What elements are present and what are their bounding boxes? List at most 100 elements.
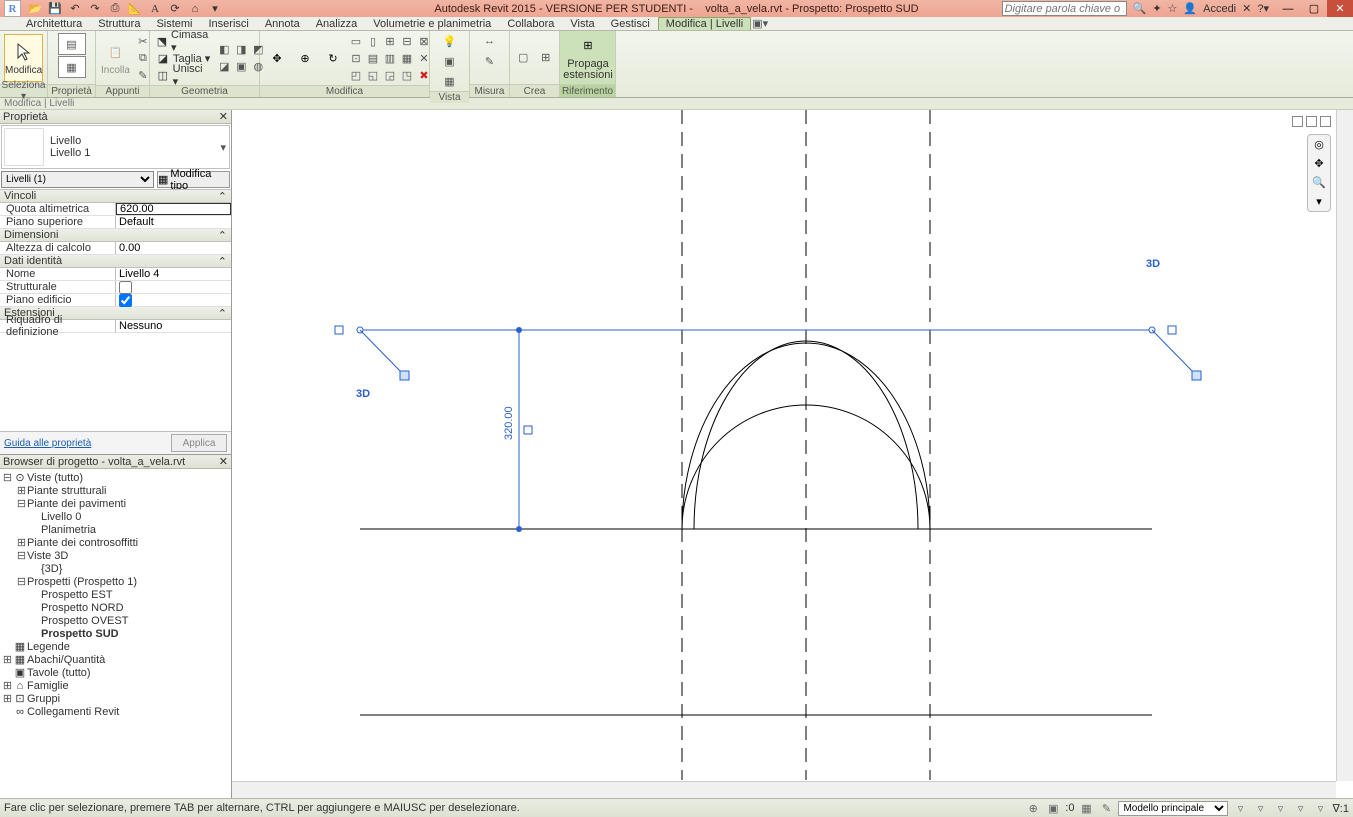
project-browser[interactable]: ⊟⊙Viste (tutto)⊞Piante strutturali⊟Piant… bbox=[0, 469, 231, 798]
expand-icon[interactable]: ⊞ bbox=[2, 653, 13, 666]
mod-tool-icon[interactable]: ◰ bbox=[348, 67, 364, 83]
tree-node[interactable]: Prospetto OVEST bbox=[0, 614, 231, 627]
save-icon[interactable]: 💾 bbox=[47, 1, 63, 17]
expand-icon[interactable]: ⊞ bbox=[16, 536, 27, 549]
signin-link[interactable]: Accedi bbox=[1203, 3, 1236, 15]
tree-node[interactable]: ⊞⌂Famiglie bbox=[0, 679, 231, 692]
close-icon[interactable]: ✕ bbox=[219, 455, 228, 468]
tree-node[interactable]: Prospetto NORD bbox=[0, 601, 231, 614]
vertical-scrollbar[interactable] bbox=[1336, 110, 1353, 781]
mod-tool-icon[interactable]: ◱ bbox=[365, 67, 381, 83]
tree-node[interactable]: Prospetto EST bbox=[0, 588, 231, 601]
geo-tool-icon[interactable]: ◪ bbox=[216, 59, 232, 75]
worksets-icon[interactable]: ▦ bbox=[1078, 800, 1094, 816]
status-icon[interactable]: ▣ bbox=[1045, 800, 1061, 816]
paste-button[interactable]: 📋 Incolla bbox=[100, 34, 131, 82]
minimize-button[interactable]: — bbox=[1275, 0, 1301, 17]
copy-button[interactable]: ⧉ bbox=[135, 50, 151, 66]
instance-filter-select[interactable]: Livelli (1) bbox=[1, 171, 154, 188]
search-icon[interactable]: 🔍 bbox=[1133, 2, 1147, 15]
edit-type-button[interactable]: ▦Modifica tipo bbox=[157, 171, 230, 188]
editable-icon[interactable]: ✎ bbox=[1098, 800, 1114, 816]
exchange-icon[interactable]: ✕ bbox=[1242, 2, 1251, 15]
maximize-button[interactable]: ▢ bbox=[1301, 0, 1327, 17]
navigation-bar[interactable]: ◎ ✥ 🔍 ▾ bbox=[1307, 134, 1331, 212]
nav-more-icon[interactable]: ▾ bbox=[1316, 195, 1322, 208]
properties-button[interactable]: ▤ bbox=[58, 33, 86, 55]
mod-tool-icon[interactable]: ◲ bbox=[382, 67, 398, 83]
tree-node[interactable]: ▣Tavole (tutto) bbox=[0, 666, 231, 679]
unisci-button[interactable]: ◫Unisci ▾ bbox=[154, 67, 212, 83]
collapse-icon[interactable]: ⌃ bbox=[218, 229, 227, 242]
tree-node[interactable]: ⊞▦Abachi/Quantità bbox=[0, 653, 231, 666]
tab-vista[interactable]: Vista bbox=[562, 17, 602, 30]
tree-node[interactable]: Livello 0 bbox=[0, 510, 231, 523]
tree-node[interactable]: {3D} bbox=[0, 562, 231, 575]
tree-node[interactable]: ⊟Piante dei pavimenti bbox=[0, 497, 231, 510]
expand-icon[interactable]: ⊟ bbox=[16, 549, 27, 562]
text-icon[interactable]: A bbox=[147, 1, 163, 17]
tree-node[interactable]: ▦Legende bbox=[0, 640, 231, 653]
crea-tool-icon[interactable]: ⊞ bbox=[537, 48, 556, 68]
filter-icon[interactable]: ▿ bbox=[1312, 800, 1328, 816]
geo-tool-icon[interactable]: ◧ bbox=[216, 42, 232, 58]
type-properties-button[interactable]: ▦ bbox=[58, 56, 86, 78]
mod-tool-icon[interactable]: ▤ bbox=[365, 50, 381, 66]
close-icon[interactable]: ✕ bbox=[219, 110, 228, 123]
tab-struttura[interactable]: Struttura bbox=[90, 17, 148, 30]
filter-icon[interactable]: ▿ bbox=[1272, 800, 1288, 816]
prop-value-input[interactable]: 620.00 bbox=[116, 203, 231, 215]
home-icon[interactable]: ⌂ bbox=[187, 1, 203, 17]
prop-group-dimensioni[interactable]: Dimensioni⌃ bbox=[0, 229, 231, 242]
tab-analizza[interactable]: Analizza bbox=[308, 17, 366, 30]
modify-button[interactable]: Modifica bbox=[4, 34, 43, 82]
tree-node[interactable]: Planimetria bbox=[0, 523, 231, 536]
view-tool-icon[interactable]: ▦ bbox=[442, 73, 458, 89]
tab-collabora[interactable]: Collabora bbox=[499, 17, 562, 30]
mod-tool-icon[interactable]: ◳ bbox=[399, 67, 415, 83]
mod-tool-icon[interactable]: ⊟ bbox=[399, 33, 415, 49]
offset-button[interactable]: ⊕ bbox=[292, 34, 318, 82]
measure-tool-icon[interactable]: ↔ bbox=[482, 33, 498, 49]
browser-panel-header[interactable]: Browser di progetto - volta_a_vela.rvt✕ bbox=[0, 455, 231, 469]
cimasa-button[interactable]: ⬔Cimasa ▾ bbox=[154, 33, 212, 49]
redo-icon[interactable]: ↷ bbox=[87, 1, 103, 17]
mod-tool-icon[interactable]: ▭ bbox=[348, 33, 364, 49]
properties-panel-header[interactable]: Proprietà✕ bbox=[0, 110, 231, 124]
expand-icon[interactable]: ⊞ bbox=[2, 679, 13, 692]
tree-node[interactable]: ⊟Prospetti (Prospetto 1) bbox=[0, 575, 231, 588]
model-select[interactable]: Modello principale bbox=[1118, 801, 1228, 816]
prop-checkbox[interactable] bbox=[116, 281, 231, 293]
comm-icon[interactable]: ✦ bbox=[1152, 2, 1161, 15]
view-control-icon[interactable] bbox=[1292, 116, 1303, 127]
apply-button[interactable]: Applica bbox=[171, 434, 227, 452]
prop-group-vincoli[interactable]: Vincoli⌃ bbox=[0, 190, 231, 203]
tree-node[interactable]: ⊟Viste 3D bbox=[0, 549, 231, 562]
status-icon[interactable]: ⊕ bbox=[1025, 800, 1041, 816]
tree-node[interactable]: ⊞Piante dei controsoffitti bbox=[0, 536, 231, 549]
measure-icon[interactable]: 📐 bbox=[127, 1, 143, 17]
measure-tool-icon[interactable]: ✎ bbox=[482, 53, 498, 69]
propaga-estensioni-button[interactable]: ⊞ Propagaestensioni bbox=[564, 34, 612, 82]
tree-node[interactable]: Prospetto SUD bbox=[0, 627, 231, 640]
filter-icon[interactable]: ▿ bbox=[1232, 800, 1248, 816]
tab-modifica-livelli[interactable]: Modifica | Livelli bbox=[658, 17, 751, 30]
tab-architettura[interactable]: Architettura bbox=[18, 17, 90, 30]
steering-wheel-icon[interactable]: ◎ bbox=[1314, 138, 1324, 151]
mod-tool-icon[interactable]: ⊞ bbox=[382, 33, 398, 49]
tree-node[interactable]: ⊟⊙Viste (tutto) bbox=[0, 471, 231, 484]
mod-tool-icon[interactable]: ▯ bbox=[365, 33, 381, 49]
undo-icon[interactable]: ↶ bbox=[67, 1, 83, 17]
tab-volumetrie[interactable]: Volumetrie e planimetria bbox=[365, 17, 499, 30]
open-icon[interactable]: 📂 bbox=[27, 1, 43, 17]
mod-tool-icon[interactable]: ⊡ bbox=[348, 50, 364, 66]
print-icon[interactable]: ⎙ bbox=[107, 1, 123, 17]
prop-group-dati[interactable]: Dati identità⌃ bbox=[0, 255, 231, 268]
help-icon[interactable]: ?▾ bbox=[1257, 2, 1269, 15]
move-button[interactable]: ✥ bbox=[264, 34, 290, 82]
zoom-icon[interactable]: 🔍 bbox=[1312, 176, 1326, 189]
horizontal-scrollbar[interactable] bbox=[232, 781, 1336, 798]
view-control-icon[interactable] bbox=[1320, 116, 1331, 127]
properties-help-link[interactable]: Guida alle proprietà bbox=[4, 438, 91, 449]
cut-button[interactable]: ✂ bbox=[135, 33, 151, 49]
